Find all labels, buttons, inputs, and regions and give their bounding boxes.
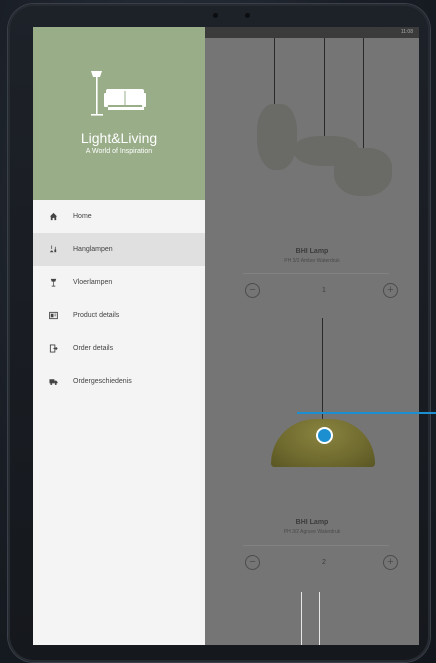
divider [243,273,389,274]
lamp-shade [257,104,297,170]
callout-dot [316,427,333,444]
increase-button[interactable]: + [383,283,398,298]
nav-item-label: Vloerlampen [73,279,113,286]
floor-lamp-icon [33,278,73,287]
product-name: BHI Lamp [295,248,329,255]
product-list[interactable]: BHI Lamp PH 3/2 Amber Waterdruk − 1 + BH… [205,38,419,645]
product-subtitle: PH 3/2 Amber Waterdruk [284,258,340,264]
logo-icon [91,71,146,116]
order-details-icon [33,344,73,353]
quantity-value: 1 [322,287,326,294]
product-details-icon [33,311,73,320]
nav-item-vloerlampen[interactable]: Vloerlampen [33,266,205,299]
divider [243,545,389,546]
nav-item-label: Product details [73,312,120,319]
navigation-drawer: Light&Living A World of Inspiration Home… [33,27,205,645]
tablet-frame: 11:08 BHI Lamp PH 3/2 Amber Waterdruk − … [8,4,430,662]
nav-item-label: Hanglampen [73,246,113,253]
lamp-shade [334,148,392,196]
decrease-button[interactable]: − [245,555,260,570]
front-camera [213,13,218,18]
callout-line [297,412,436,414]
brand-name: Light&Living [80,130,158,146]
nav-item-order-details[interactable]: Order details [33,332,205,365]
brand-tagline: A World of Inspiration [85,148,153,155]
product-name: BHI Lamp [295,519,329,526]
lamp-wire [319,592,320,645]
sensor [245,13,250,18]
status-time: 11:08 [400,29,413,35]
lamp-wire [322,318,323,422]
nav-item-hanglampen[interactable]: Hanglampen [33,233,205,266]
lamp-wire [324,38,325,138]
quantity-value: 2 [322,559,326,566]
nav-item-ordergeschiedenis[interactable]: Ordergeschiedenis [33,365,205,398]
nav-item-product-details[interactable]: Product details [33,299,205,332]
decrease-button[interactable]: − [245,283,260,298]
nav-item-label: Home [73,213,92,220]
pendant-lamp-icon [33,245,73,254]
nav-item-label: Ordergeschiedenis [73,378,132,385]
screen: 11:08 BHI Lamp PH 3/2 Amber Waterdruk − … [33,27,419,645]
nav-item-home[interactable]: Home [33,200,205,233]
truck-icon [33,377,73,386]
lamp-wire [301,592,302,645]
nav-item-label: Order details [73,345,114,352]
status-bar: 11:08 [205,27,419,38]
drawer-header: Light&Living A World of Inspiration [33,27,205,200]
home-icon [33,212,73,221]
product-subtitle: PH 3/2 Agrave Waterdruk [283,529,341,535]
lamp-wire [363,38,364,150]
lamp-wire [274,38,275,106]
increase-button[interactable]: + [383,555,398,570]
